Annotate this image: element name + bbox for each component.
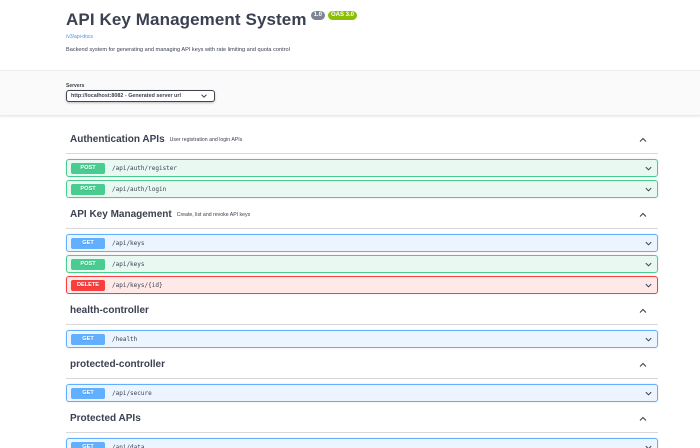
operation-post[interactable]: POST/api/auth/register	[66, 159, 658, 177]
operation-delete[interactable]: DELETE/api/keys/{id}	[66, 276, 658, 294]
api-description: Backend system for generating and managi…	[66, 47, 290, 53]
tag-header[interactable]: Protected APIs	[66, 405, 658, 433]
operation-path: /api/auth/register	[112, 164, 178, 172]
operations-list: Authentication APIs User registration and…	[0, 116, 700, 448]
chevron-down-icon[interactable]	[644, 185, 653, 194]
tag-section: Authentication APIs User registration and…	[66, 126, 658, 198]
info-section: API Key Management System 1.0 OAS 3.0 /v…	[0, 0, 700, 70]
version-badge: 1.0	[310, 11, 325, 20]
tag-name: protected-controller	[70, 359, 166, 370]
servers-selected-value: http://localhost:8082 - Generated server…	[71, 93, 181, 99]
operation-get[interactable]: GET/api/data	[66, 438, 658, 448]
tag-section: protected-controller GET/api/secure	[66, 351, 658, 402]
operation-get[interactable]: GET/health	[66, 330, 658, 348]
tag-section: API Key Management Create, list and revok…	[66, 201, 658, 294]
tag-name: API Key Management	[70, 209, 172, 220]
tag-header[interactable]: Authentication APIs User registration and…	[66, 126, 658, 154]
api-docs-link[interactable]: /v3/api-docs	[66, 34, 700, 40]
chevron-up-icon[interactable]	[638, 306, 648, 316]
tag-header[interactable]: API Key Management Create, list and revok…	[66, 201, 658, 229]
chevron-down-icon[interactable]	[644, 239, 653, 248]
method-badge: DELETE	[71, 279, 105, 291]
servers-label: Servers	[66, 83, 85, 89]
operation-path: /api/auth/login	[112, 185, 167, 193]
tag-operations: GET/api/data	[66, 433, 658, 448]
method-badge: GET	[71, 333, 105, 345]
chevron-up-icon[interactable]	[638, 414, 648, 424]
operation-path: /api/keys/{id}	[112, 281, 163, 289]
tag-section: Protected APIs GET/api/data	[66, 405, 658, 448]
chevron-down-icon[interactable]	[644, 164, 653, 173]
operation-path: /api/secure	[112, 389, 152, 397]
operation-get[interactable]: GET/api/keys	[66, 234, 658, 252]
tag-description: User registration and login APIs	[169, 137, 243, 143]
operation-post[interactable]: POST/api/auth/login	[66, 180, 658, 198]
chevron-down-icon[interactable]	[644, 443, 653, 448]
tag-operations: POST/api/auth/register POST/api/auth/logi…	[66, 154, 658, 198]
operation-get[interactable]: GET/api/secure	[66, 384, 658, 402]
operation-path: /health	[112, 335, 138, 343]
chevron-down-icon[interactable]	[644, 335, 653, 344]
method-badge: GET	[71, 441, 105, 448]
method-badge: POST	[71, 183, 105, 195]
chevron-down-icon[interactable]	[644, 281, 653, 290]
operation-path: /api/keys	[112, 260, 145, 268]
tag-operations: GET/api/secure	[66, 379, 658, 402]
tag-name: health-controller	[70, 305, 149, 316]
title-row: API Key Management System 1.0 OAS 3.0	[66, 10, 700, 30]
method-badge: GET	[71, 237, 105, 249]
servers-section: Servers http://localhost:8082 - Generate…	[0, 70, 700, 116]
servers-select[interactable]: http://localhost:8082 - Generated server…	[66, 90, 215, 102]
tag-section: health-controller GET/health	[66, 297, 658, 348]
operation-path: /api/keys	[112, 239, 145, 247]
method-badge: POST	[71, 258, 105, 270]
method-badge: GET	[71, 387, 105, 399]
chevron-down-icon[interactable]	[644, 260, 653, 269]
operation-post[interactable]: POST/api/keys	[66, 255, 658, 273]
tag-header[interactable]: protected-controller	[66, 351, 658, 379]
tag-operations: GET/health	[66, 325, 658, 348]
tag-description: Create, list and revoke API keys	[176, 212, 251, 218]
method-badge: POST	[71, 162, 105, 174]
tag-operations: GET/api/keys POST/api/keys DELETE/api/keys…	[66, 229, 658, 294]
oas-badge: OAS 3.0	[327, 11, 357, 20]
chevron-up-icon[interactable]	[638, 135, 648, 145]
operation-path: /api/data	[112, 443, 145, 448]
chevron-down-icon	[201, 94, 207, 98]
chevron-up-icon[interactable]	[638, 360, 648, 370]
page-title: API Key Management System	[66, 10, 307, 29]
chevron-down-icon[interactable]	[644, 389, 653, 398]
tag-name: Protected APIs	[70, 413, 141, 424]
tag-name: Authentication APIs	[70, 134, 165, 145]
chevron-up-icon[interactable]	[638, 210, 648, 220]
tag-header[interactable]: health-controller	[66, 297, 658, 325]
